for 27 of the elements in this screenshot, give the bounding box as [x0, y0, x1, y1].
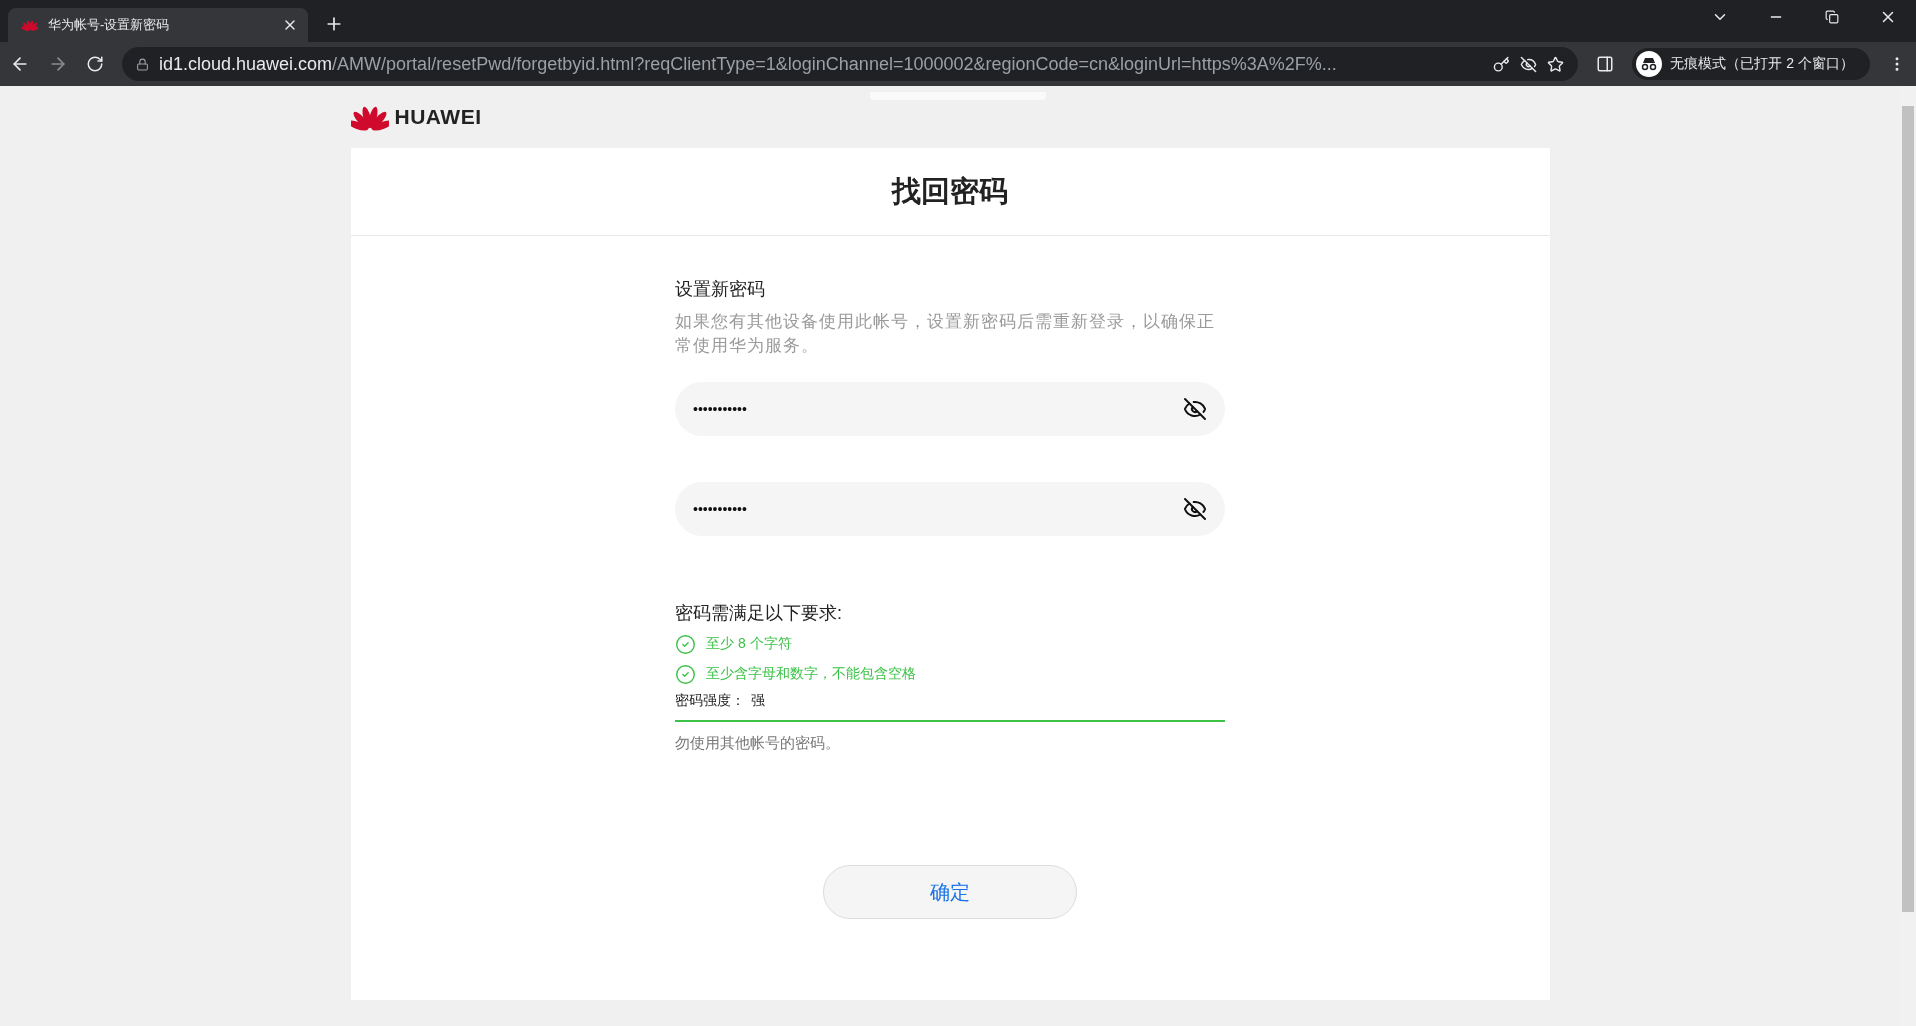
reload-icon[interactable]	[86, 55, 104, 73]
description-text: 如果您有其他设备使用此帐号，设置新密码后需重新登录，以确保正常使用华为服务。	[675, 311, 1216, 357]
requirement-text: 至少 8 个字符	[706, 635, 792, 653]
side-panel-icon[interactable]	[1596, 55, 1615, 73]
address-bar[interactable]: id1.cloud.huawei.com/AMW/portal/resetPwd/forgetbyid.html?reqClientType=1&loginChannel=1000002&regionCode=cn&loginUrl=https%3A%2F%...	[122, 47, 1579, 81]
password-field[interactable]: •••••••••••	[675, 382, 1225, 436]
confirm-button[interactable]: 确定	[823, 865, 1077, 919]
logo-icon	[22, 18, 38, 32]
password-field[interactable]: •••••••••••	[675, 482, 1225, 536]
profile-chip[interactable]: 无痕模式（已打开 2 个窗口）	[1632, 48, 1870, 80]
incognito-icon	[1636, 51, 1663, 77]
section-title: 设置新密码	[675, 278, 766, 301]
lock-icon	[136, 57, 149, 71]
page-title: 找回密码	[892, 173, 1008, 209]
key-icon[interactable]	[1493, 55, 1511, 73]
star-icon[interactable]	[1547, 55, 1565, 73]
strength-label: 密码强度：	[675, 692, 745, 710]
browser-tab[interactable]: 华为帐号-设置新密码	[8, 8, 308, 42]
eye-off-icon[interactable]	[1183, 397, 1207, 421]
logo-text: HUAWEI	[394, 105, 482, 129]
requirements-heading: 密码需满足以下要求:	[675, 602, 843, 625]
strength-value: 强	[751, 692, 765, 710]
note-text: 勿使用其他帐号的密码。	[675, 734, 841, 753]
url-text: id1.cloud.huawei.com/AMW/portal/resetPwd/forgetbyid.html?reqClientType=1&loginChannel=1000002&regionCode=cn&loginUrl=https%3A%2F%...	[159, 53, 1338, 75]
tab-title: 华为帐号-设置新密码	[48, 16, 171, 34]
requirement-text: 至少含字母和数字，不能包含空格	[706, 665, 916, 683]
eye-off-icon[interactable]	[1183, 497, 1207, 521]
